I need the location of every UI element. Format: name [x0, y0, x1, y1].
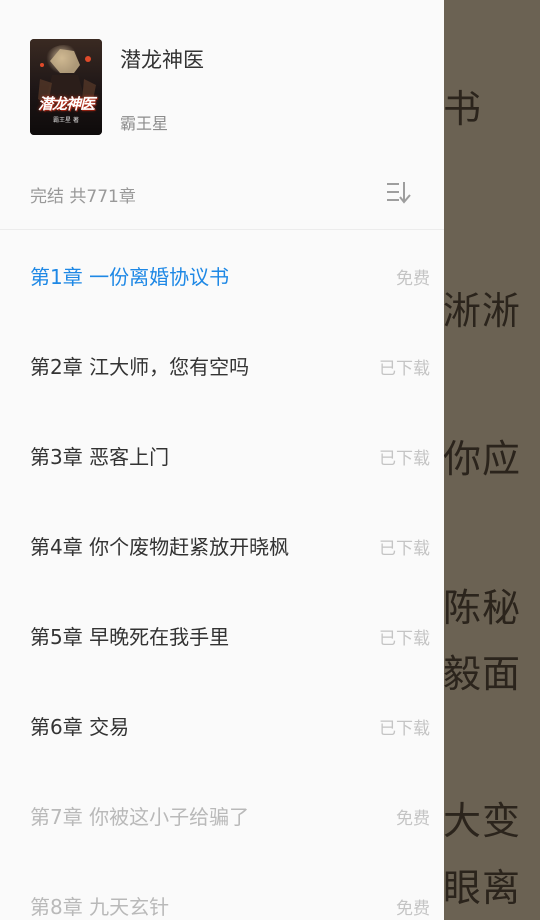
chapter-title: 第7章 你被这小子给骗了 — [30, 805, 250, 829]
reader-text-line: 书 — [443, 87, 483, 131]
chapter-row-current[interactable]: 第1章 一份离婚协议书 免费 — [0, 230, 444, 320]
cover-author-text: 霸王星 著 — [53, 117, 79, 124]
chapter-title: 第8章 九天玄针 — [30, 895, 170, 919]
sort-button[interactable] — [382, 178, 416, 208]
book-status: 完结 共771章 — [30, 187, 136, 207]
reader-text-line: 淅淅 — [443, 289, 522, 333]
chapter-drawer: 潜龙神医 霸王星 著 潜龙神医 霸王星 完结 共771章 第1章 一份离婚协议书… — [0, 0, 444, 920]
chapter-title: 第6章 交易 — [30, 715, 130, 739]
chapter-status: 已下载 — [379, 629, 430, 649]
chapter-title: 第5章 早晚死在我手里 — [30, 625, 230, 649]
chapter-status: 免费 — [396, 269, 430, 289]
chapter-title: 第4章 你个废物赶紧放开晓枫 — [30, 535, 290, 559]
chapter-status: 已下载 — [379, 539, 430, 559]
chapter-title: 第3章 恶客上门 — [30, 445, 170, 469]
chapter-status: 免费 — [396, 899, 430, 919]
chapter-row-not-downloaded[interactable]: 第7章 你被这小子给骗了 免费 — [0, 770, 444, 860]
book-author: 霸王星 — [120, 114, 169, 133]
chapter-row-not-downloaded[interactable]: 第8章 九天玄针 免费 — [0, 860, 444, 920]
chapter-row[interactable]: 第3章 恶客上门 已下载 — [0, 410, 444, 500]
chapter-title: 第1章 一份离婚协议书 — [30, 265, 230, 289]
reader-text-line: 眼离 — [443, 866, 522, 910]
chapter-status: 已下载 — [379, 719, 430, 739]
reader-text-line: 你应 — [443, 437, 522, 481]
reader-text-line: 大变 — [443, 799, 522, 843]
drawer-header: 潜龙神医 霸王星 著 潜龙神医 霸王星 完结 共771章 — [0, 0, 444, 230]
chapter-title: 第2章 江大师，您有空吗 — [30, 355, 250, 379]
chapter-status: 免费 — [396, 809, 430, 829]
chapter-row[interactable]: 第6章 交易 已下载 — [0, 680, 444, 770]
chapter-row[interactable]: 第2章 江大师，您有空吗 已下载 — [0, 320, 444, 410]
sort-descending-icon — [387, 182, 411, 204]
chapter-status: 已下载 — [379, 449, 430, 469]
chapter-row[interactable]: 第5章 早晚死在我手里 已下载 — [0, 590, 444, 680]
chapter-row[interactable]: 第4章 你个废物赶紧放开晓枫 已下载 — [0, 500, 444, 590]
chapter-list: 第1章 一份离婚协议书 免费 第2章 江大师，您有空吗 已下载 第3章 恶客上门… — [0, 230, 444, 920]
reader-text-line: 陈秘 — [443, 586, 522, 630]
reader-text-line: 毅面 — [443, 652, 522, 696]
cover-title-text: 潜龙神医 — [37, 95, 95, 113]
book-cover[interactable]: 潜龙神医 霸王星 著 — [30, 39, 102, 135]
chapter-status: 已下载 — [379, 359, 430, 379]
book-title: 潜龙神医 — [120, 48, 204, 72]
